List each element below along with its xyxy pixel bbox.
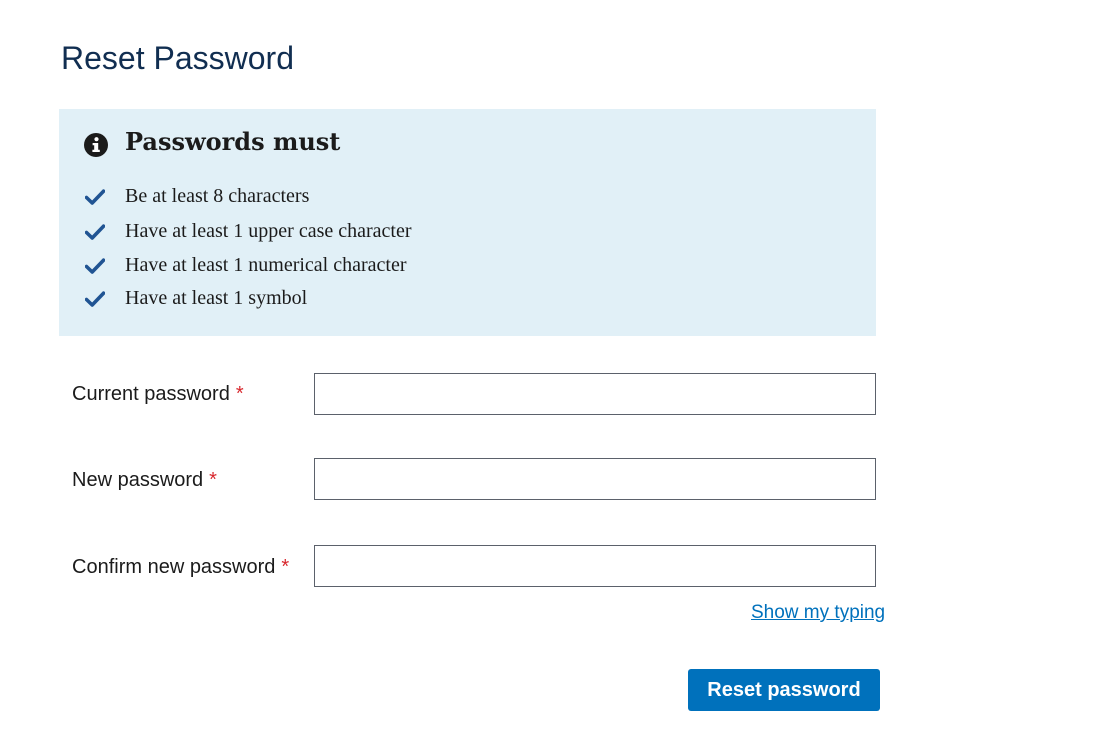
checkmark-icon <box>84 290 106 308</box>
info-circle-icon <box>84 133 108 157</box>
checkmark-icon <box>84 188 106 206</box>
requirement-text: Have at least 1 symbol <box>125 287 308 309</box>
required-marker: * <box>235 383 244 405</box>
required-marker: * <box>209 469 217 491</box>
show-typing-link[interactable]: Show my typing <box>751 600 885 626</box>
password-requirements-box: Passwords must Be at least 8 characters … <box>59 109 876 336</box>
checkmark-icon <box>84 223 106 241</box>
requirement-text: Have at least 1 numerical character <box>125 254 407 276</box>
required-marker: * <box>281 556 290 578</box>
requirement-text: Be at least 8 characters <box>125 185 310 207</box>
confirm-password-label: Confirm new password * <box>72 554 289 580</box>
current-password-input[interactable] <box>314 373 876 415</box>
confirm-password-input[interactable] <box>314 545 876 587</box>
current-password-label: Current password * <box>72 381 244 407</box>
requirement-item: Have at least 1 numerical character <box>84 252 785 278</box>
current-password-label-text: Current password <box>72 383 230 405</box>
checkmark-icon <box>84 257 106 275</box>
new-password-input[interactable] <box>314 458 876 500</box>
reset-password-button[interactable]: Reset password <box>688 669 880 711</box>
requirement-item: Have at least 1 upper case character <box>84 218 785 244</box>
requirement-text: Have at least 1 upper case character <box>125 220 412 242</box>
new-password-label: New password * <box>72 467 217 493</box>
requirement-item: Be at least 8 characters <box>84 183 785 209</box>
requirements-heading: Passwords must <box>125 127 341 156</box>
confirm-password-label-text: Confirm new password <box>72 556 276 578</box>
new-password-label-text: New password <box>72 469 204 491</box>
requirement-item: Have at least 1 symbol <box>84 285 785 311</box>
page-title: Reset Password <box>61 40 294 76</box>
